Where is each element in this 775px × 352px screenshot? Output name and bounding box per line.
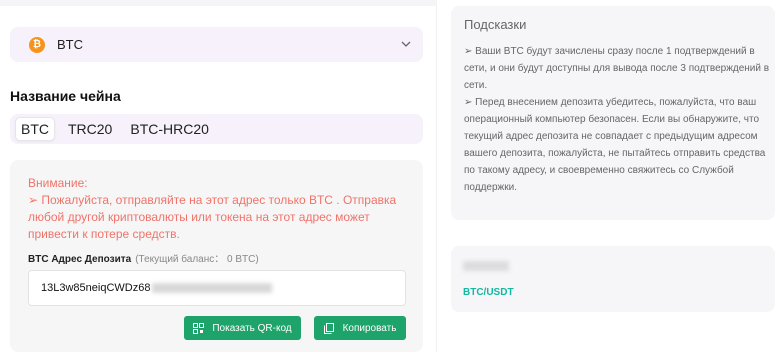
coin-select-value: BTC — [57, 37, 83, 52]
hints-title: Подсказки — [464, 17, 527, 32]
address-label: BTC Адрес Депозита (Текущий баланс： 0 BTC… — [28, 250, 259, 265]
pair-card[interactable]: BTC/USDT — [451, 246, 775, 312]
chevron-down-icon — [401, 41, 411, 47]
hint-item: ➢ Ваши BTC будут зачислены сразу после 1… — [464, 46, 770, 91]
address-label-text: BTC Адрес Депозита — [28, 254, 132, 265]
qr-code-icon — [193, 322, 205, 334]
pair-label[interactable]: BTC/USDT — [463, 287, 514, 298]
copy-icon — [323, 322, 334, 334]
tab-trc20[interactable]: TRC20 — [63, 118, 117, 140]
deposit-panel: ₿ BTC Название чейна BTC TRC20 BTC-HRC20… — [0, 0, 437, 352]
show-qr-label: Показать QR-код — [212, 322, 292, 334]
coin-select[interactable]: ₿ BTC — [10, 27, 423, 62]
side-panel: Подсказки ➢ Ваши BTC будут зачислены сра… — [437, 0, 775, 352]
balance-text: (Текущий баланс： 0 BTC) — [135, 254, 259, 265]
bitcoin-icon: ₿ — [29, 36, 45, 53]
hints-text: ➢ Ваши BTC будут зачислены сразу после 1… — [464, 43, 775, 196]
tab-btc[interactable]: BTC — [15, 117, 55, 141]
copy-button[interactable]: Копировать — [314, 316, 406, 340]
pair-blurred-title — [463, 261, 509, 271]
deposit-card: Внимание: ➢ Пожалуйста, отправляйте на э… — [10, 160, 423, 352]
warning-title: Внимание: — [28, 176, 88, 190]
hint-item: ➢ Перед внесением депозита убедитесь, по… — [464, 97, 766, 193]
copy-label: Копировать — [342, 322, 397, 334]
hints-card: Подсказки ➢ Ваши BTC будут зачислены сра… — [451, 6, 775, 220]
tab-btc-hrc20[interactable]: BTC-HRC20 — [125, 118, 214, 140]
show-qr-button[interactable]: Показать QR-код — [184, 316, 301, 340]
top-divider — [0, 0, 437, 6]
address-blurred-part — [152, 283, 273, 293]
deposit-address-field[interactable]: 13L3w85neiqCWDz68 — [28, 270, 406, 306]
warning-text: ➢ Пожалуйста, отправляйте на этот адрес … — [28, 193, 397, 241]
deposit-address-value: 13L3w85neiqCWDz68 — [41, 282, 151, 294]
chain-tabs: BTC TRC20 BTC-HRC20 — [10, 114, 423, 144]
chain-title: Название чейна — [10, 88, 121, 104]
